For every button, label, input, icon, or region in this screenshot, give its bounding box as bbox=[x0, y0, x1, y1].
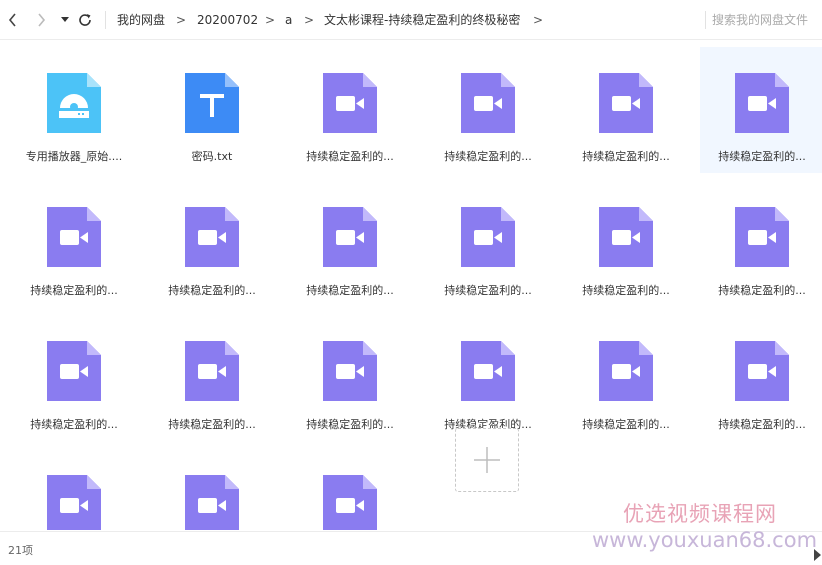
breadcrumb-item-current[interactable]: 文太彬课程-持续稳定盈利的终极秘密 bbox=[324, 12, 520, 28]
breadcrumb-separator: > bbox=[533, 13, 544, 27]
file-name: 持续稳定盈利的... bbox=[444, 150, 532, 163]
video-file-icon bbox=[47, 341, 101, 401]
file-item[interactable]: 持续稳定盈利的... bbox=[564, 181, 688, 307]
refresh-icon bbox=[79, 14, 91, 26]
toolbar-divider bbox=[705, 11, 706, 29]
file-name: 持续稳定盈利的... bbox=[582, 418, 670, 431]
file-item[interactable]: 持续稳定盈利的... bbox=[564, 315, 688, 441]
video-file-icon bbox=[323, 341, 377, 401]
file-grid: 专用播放器_原始.... 密码.txt 持续稳定盈利的... 持续稳定盈利的... 持续… bbox=[0, 41, 822, 530]
video-file-icon bbox=[461, 207, 515, 267]
back-button[interactable] bbox=[2, 8, 24, 32]
file-name: 持续稳定盈利的... bbox=[306, 150, 394, 163]
video-file-icon bbox=[323, 207, 377, 267]
file-item[interactable]: 持续稳定盈利的... bbox=[426, 181, 550, 307]
file-item[interactable]: 专用播放器_原始.... bbox=[12, 47, 136, 173]
video-file-icon bbox=[323, 73, 377, 133]
file-name: 持续稳定盈利的... bbox=[306, 284, 394, 297]
file-name: 持续稳定盈利的... bbox=[718, 284, 806, 297]
video-file-icon bbox=[599, 341, 653, 401]
video-file-icon bbox=[47, 207, 101, 267]
video-file-icon bbox=[461, 73, 515, 133]
file-item[interactable]: 持续稳定盈利的... bbox=[12, 315, 136, 441]
file-item[interactable]: 密码.txt bbox=[150, 47, 274, 173]
file-item[interactable]: 持续稳定盈利的... bbox=[700, 181, 822, 307]
file-name: 密码.txt bbox=[191, 150, 233, 163]
video-file-icon bbox=[185, 341, 239, 401]
breadcrumb-separator: > bbox=[265, 13, 276, 27]
video-file-icon bbox=[323, 475, 377, 530]
plus-icon bbox=[474, 447, 500, 473]
file-name: 持续稳定盈利的... bbox=[168, 284, 256, 297]
watermark-title: 优选视频课程网 bbox=[623, 502, 777, 526]
history-dropdown-button[interactable] bbox=[54, 8, 76, 32]
file-item[interactable] bbox=[12, 449, 136, 530]
chevron-right-icon bbox=[38, 13, 46, 27]
file-item[interactable]: 持续稳定盈利的... bbox=[426, 315, 550, 441]
file-item[interactable]: 持续稳定盈利的... bbox=[288, 315, 412, 441]
file-name: 专用播放器_原始.... bbox=[25, 150, 123, 163]
video-file-icon bbox=[599, 207, 653, 267]
file-item[interactable]: 持续稳定盈利的... bbox=[150, 181, 274, 307]
file-name: 持续稳定盈利的... bbox=[582, 284, 670, 297]
watermark-url: www.youxuan68.com bbox=[592, 528, 818, 552]
video-file-icon bbox=[461, 341, 515, 401]
item-count: 21项 bbox=[8, 544, 33, 557]
breadcrumb-item-root[interactable]: 我的网盘 bbox=[117, 12, 165, 28]
forward-button[interactable] bbox=[30, 8, 52, 32]
installer-file-icon bbox=[47, 73, 101, 133]
file-name: 持续稳定盈利的... bbox=[718, 150, 806, 163]
file-name: 持续稳定盈利的... bbox=[30, 418, 118, 431]
breadcrumb-separator: > bbox=[176, 13, 187, 27]
toolbar: 我的网盘 > 20200702 > a > 文太彬课程-持续稳定盈利的终极秘密 … bbox=[0, 0, 822, 40]
video-file-icon bbox=[735, 73, 789, 133]
file-name: 持续稳定盈利的... bbox=[444, 284, 532, 297]
file-item[interactable]: 持续稳定盈利的... bbox=[700, 47, 822, 173]
refresh-button[interactable] bbox=[74, 8, 96, 32]
toolbar-divider bbox=[105, 11, 106, 29]
breadcrumb-item-a[interactable]: a bbox=[285, 12, 292, 28]
file-name: 持续稳定盈利的... bbox=[582, 150, 670, 163]
file-item[interactable] bbox=[150, 449, 274, 530]
text-file-icon bbox=[185, 73, 239, 133]
caret-down-icon bbox=[61, 17, 69, 22]
file-item[interactable]: 持续稳定盈利的... bbox=[288, 181, 412, 307]
file-item[interactable] bbox=[288, 449, 412, 530]
file-item[interactable]: 持续稳定盈利的... bbox=[150, 315, 274, 441]
video-file-icon bbox=[185, 475, 239, 530]
upload-add-button[interactable] bbox=[455, 428, 519, 492]
file-name: 持续稳定盈利的... bbox=[306, 418, 394, 431]
file-item[interactable]: 持续稳定盈利的... bbox=[426, 47, 550, 173]
video-file-icon bbox=[47, 475, 101, 530]
video-file-icon bbox=[735, 207, 789, 267]
chevron-left-icon bbox=[8, 13, 16, 27]
file-item[interactable]: 持续稳定盈利的... bbox=[564, 47, 688, 173]
search-input[interactable] bbox=[712, 8, 820, 32]
file-name: 持续稳定盈利的... bbox=[718, 418, 806, 431]
file-item[interactable]: 持续稳定盈利的... bbox=[12, 181, 136, 307]
video-file-icon bbox=[735, 341, 789, 401]
watermark-mark-icon bbox=[814, 549, 821, 561]
video-file-icon bbox=[185, 207, 239, 267]
file-name: 持续稳定盈利的... bbox=[168, 418, 256, 431]
breadcrumb-item-date[interactable]: 20200702 bbox=[197, 12, 258, 28]
breadcrumb-separator: > bbox=[304, 13, 315, 27]
video-file-icon bbox=[599, 73, 653, 133]
file-name: 持续稳定盈利的... bbox=[30, 284, 118, 297]
file-item[interactable]: 持续稳定盈利的... bbox=[288, 47, 412, 173]
file-item[interactable]: 持续稳定盈利的... bbox=[700, 315, 822, 441]
